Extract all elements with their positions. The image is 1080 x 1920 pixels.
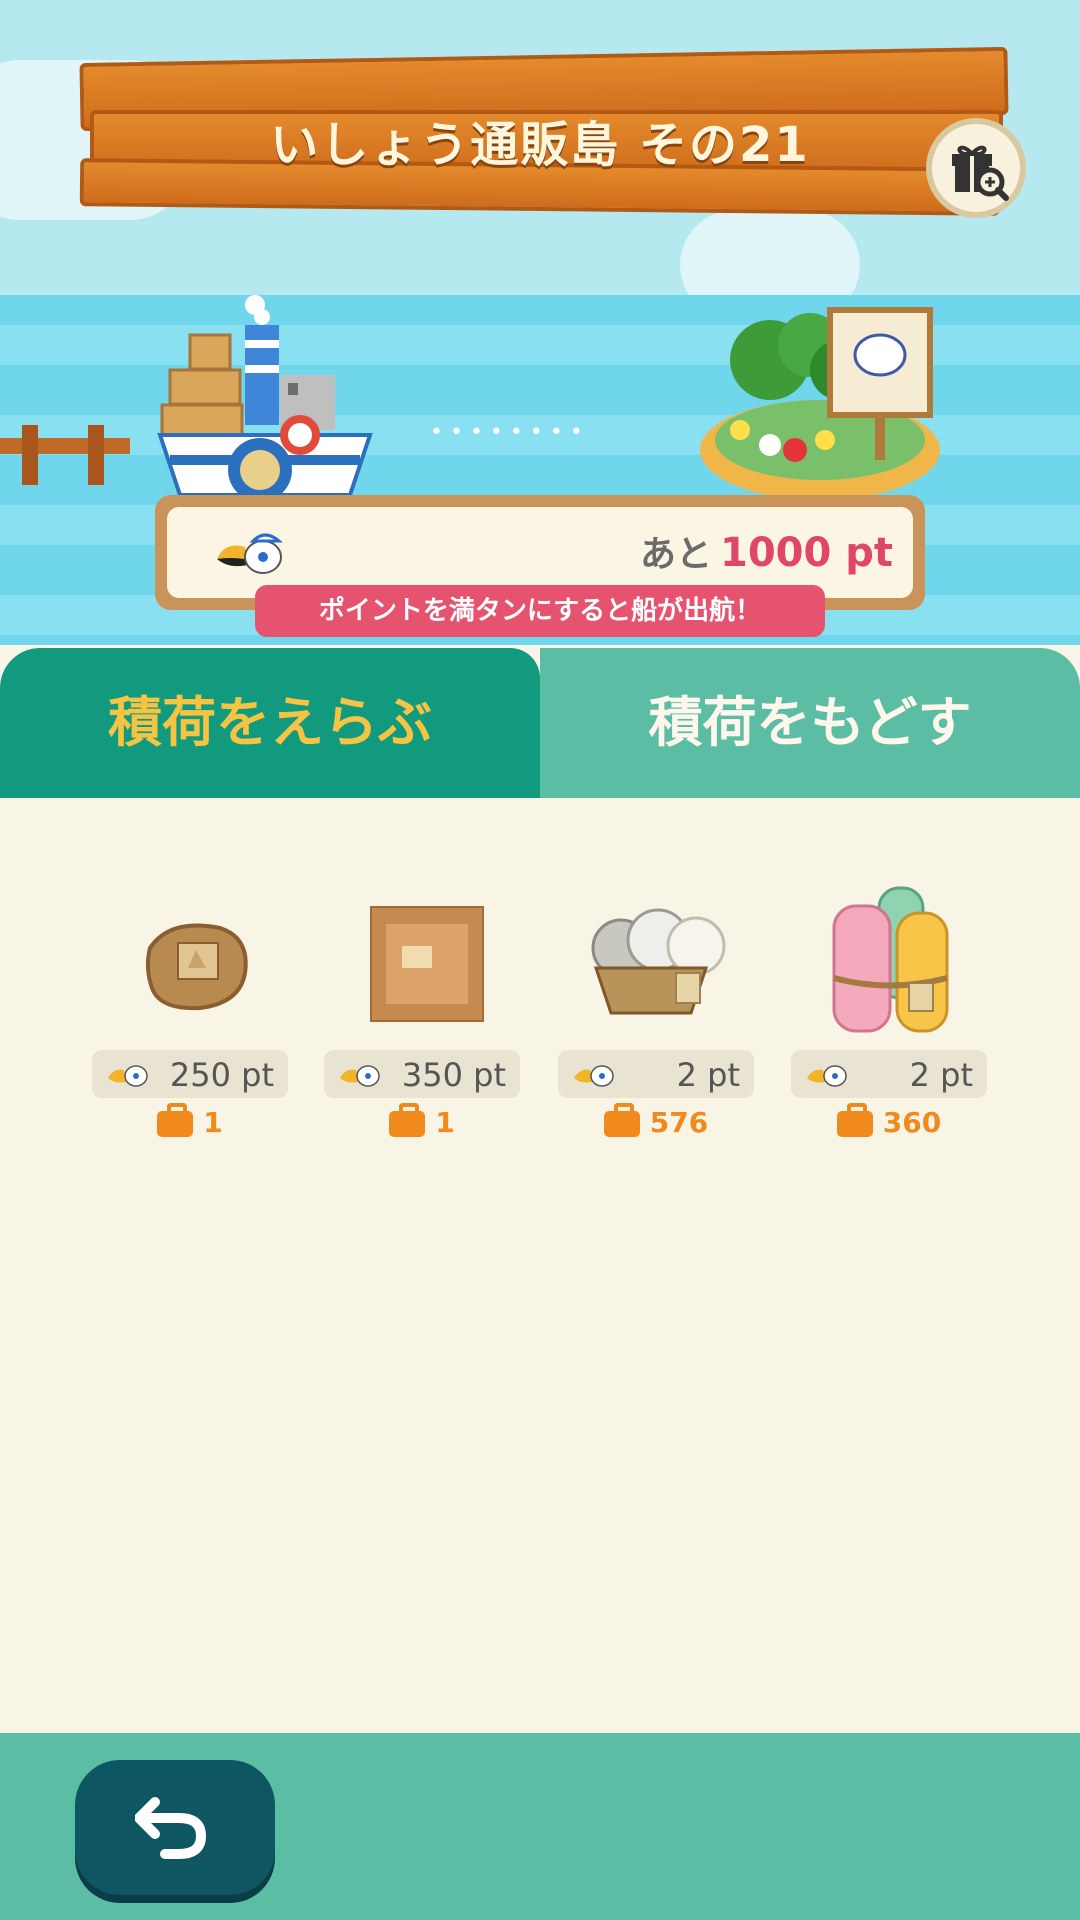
- cargo-stock: 360: [789, 1103, 989, 1139]
- toucan-icon: [217, 533, 284, 574]
- cargo-price: 2 pt: [558, 1050, 754, 1098]
- cargo-stock-value: 1: [203, 1106, 223, 1139]
- burlap-sack-icon: [145, 923, 248, 1011]
- toucan-mini-icon: [574, 1065, 614, 1087]
- cargo-stock: 1: [322, 1103, 522, 1139]
- toucan-mini-icon: [807, 1065, 847, 1087]
- toucan-mini-icon: [108, 1065, 148, 1087]
- cargo-item-crate[interactable]: 350 pt 1: [322, 878, 522, 1139]
- wooden-crate-icon: [370, 906, 484, 1022]
- bag-icon: [157, 1103, 194, 1137]
- destination-island-icon: [700, 307, 940, 500]
- toucan-mini-icon: [340, 1065, 380, 1087]
- bag-icon: [603, 1103, 640, 1137]
- yarn-basket-icon: [591, 908, 726, 1015]
- cargo-stock-value: 360: [882, 1106, 942, 1139]
- departure-hint-banner: ポイントを満タンにすると船が出航！: [255, 585, 825, 637]
- cargo-tabs: 積荷をえらぶ 積荷をもどす: [0, 648, 1080, 798]
- fabric-rolls-icon: [832, 886, 949, 1033]
- cargo-price-value: 250 pt: [169, 1056, 274, 1094]
- cargo-price: 250 pt: [92, 1050, 288, 1098]
- page-title: いしょう通販島 その21: [270, 117, 810, 173]
- gift-magnify-icon: [952, 145, 1009, 201]
- cargo-ship-icon: [157, 295, 373, 502]
- back-arrow-icon: [135, 1797, 207, 1859]
- cargo-item-fabric[interactable]: 2 pt 360: [789, 878, 989, 1139]
- bag-icon: [389, 1103, 426, 1137]
- cargo-price: 2 pt: [791, 1050, 987, 1098]
- remaining-points: あと 1000 pt: [640, 525, 893, 577]
- pier-icon: [0, 425, 130, 485]
- cargo-stock-value: 576: [649, 1106, 709, 1139]
- remaining-points-value: 1000 pt: [719, 530, 893, 576]
- tab-select-cargo[interactable]: 積荷をえらぶ: [0, 648, 540, 798]
- cargo-price-value: 2 pt: [676, 1056, 740, 1094]
- tab-return-cargo[interactable]: 積荷をもどす: [540, 648, 1080, 798]
- bag-icon: [836, 1103, 873, 1137]
- back-button[interactable]: [75, 1760, 275, 1895]
- cargo-stock: 1: [90, 1103, 290, 1139]
- cargo-stock-value: 1: [435, 1106, 455, 1139]
- remaining-prefix: あと: [639, 534, 712, 575]
- cargo-stock: 576: [556, 1103, 756, 1139]
- cargo-price: 350 pt: [324, 1050, 520, 1098]
- route-dots: ••••••••: [430, 420, 590, 445]
- cargo-list: 250 pt 1 350 pt 1 2 pt 576 2 pt 360: [0, 798, 1080, 1728]
- cloud-right: [680, 210, 860, 300]
- cargo-item-sack[interactable]: 250 pt 1: [90, 878, 290, 1139]
- gift-info-button[interactable]: [926, 118, 1026, 218]
- cargo-item-yarn[interactable]: 2 pt 576: [556, 878, 756, 1139]
- title-board: いしょう通販島 その21: [79, 46, 1009, 216]
- cargo-price-value: 2 pt: [909, 1056, 973, 1094]
- cargo-price-value: 350 pt: [401, 1056, 506, 1094]
